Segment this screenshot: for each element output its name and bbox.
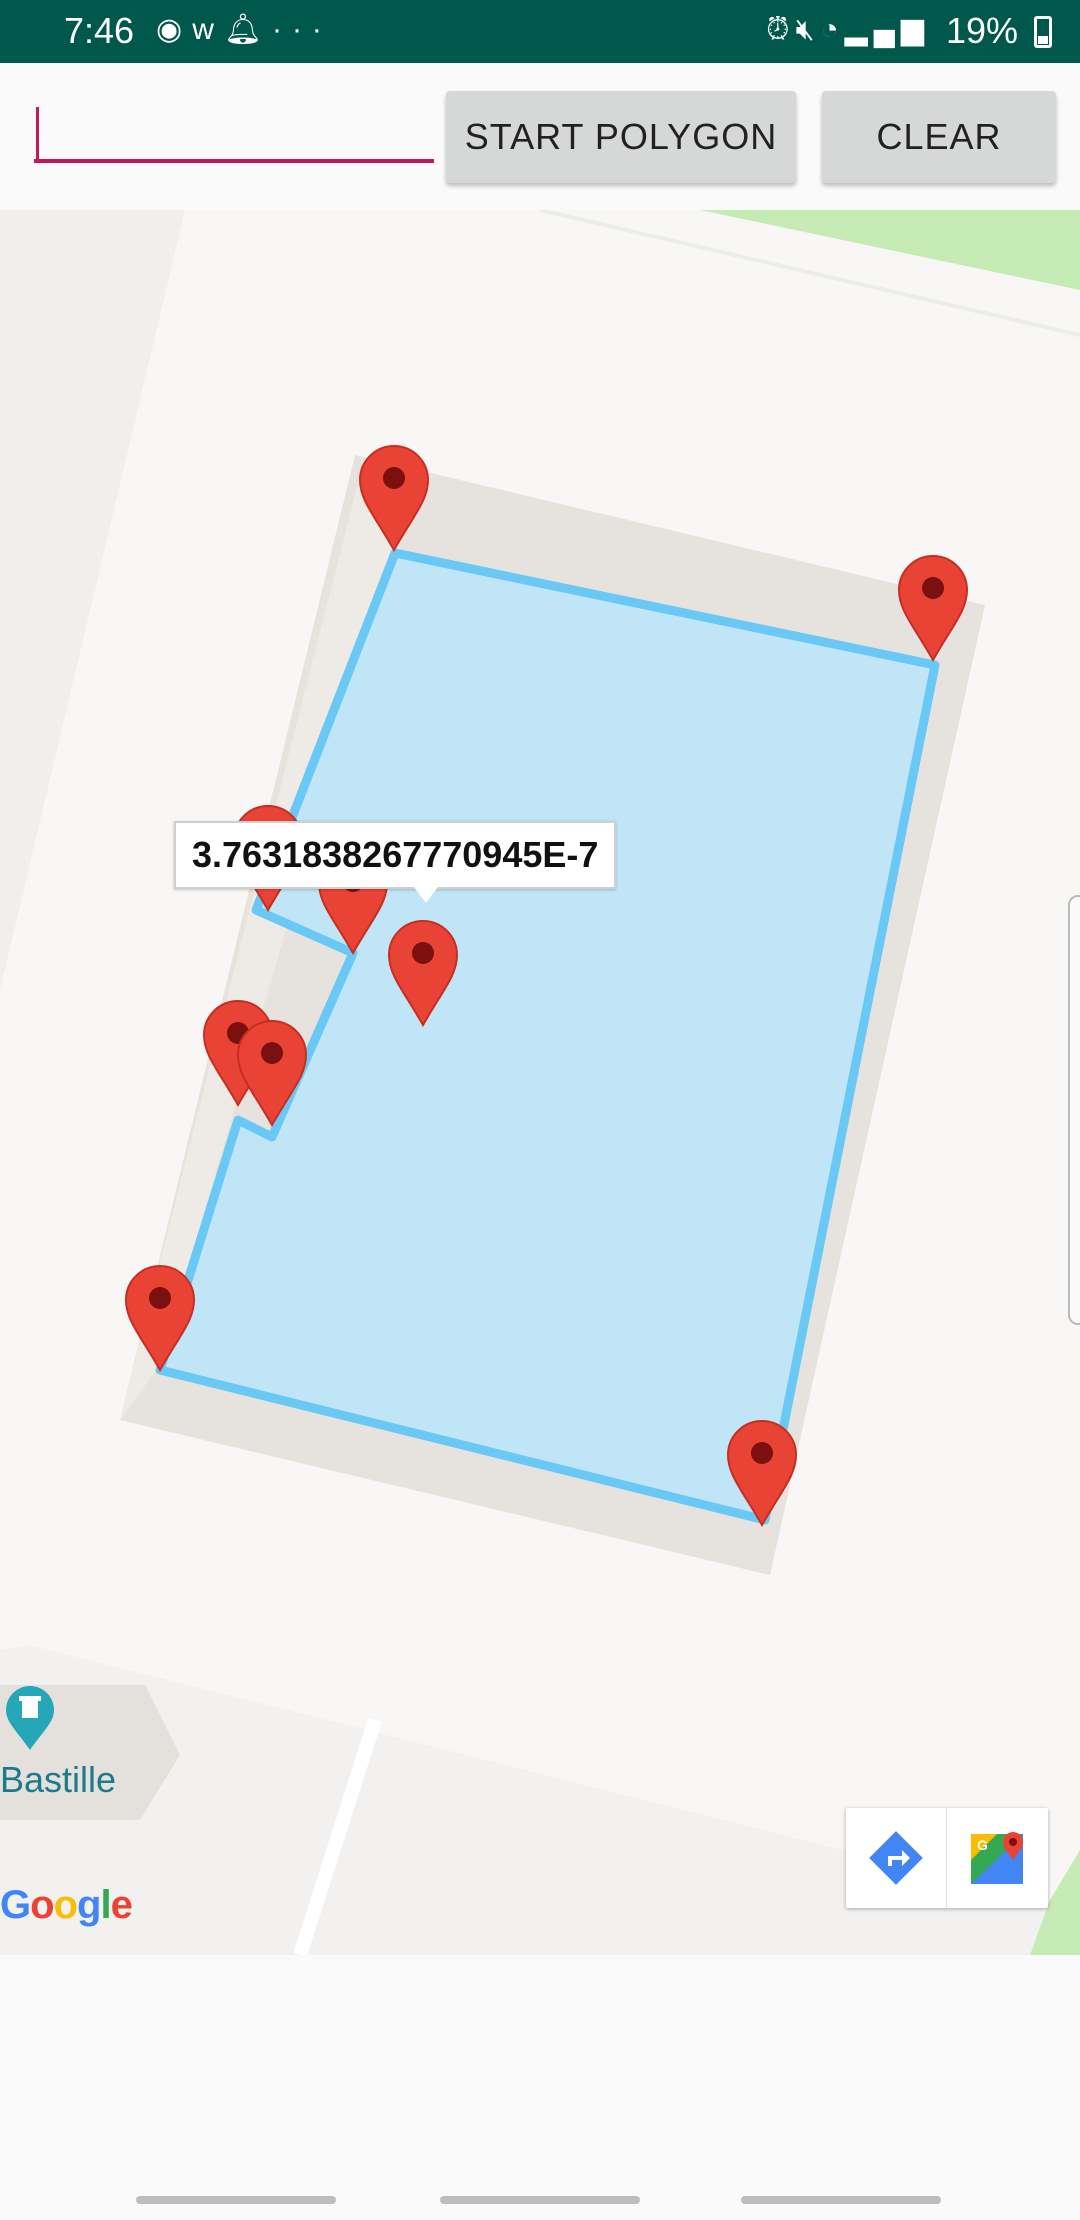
map-area [0, 210, 185, 990]
status-time: 7:46 [64, 10, 135, 51]
map-view[interactable]: 3.7631838267770945E-7 Bastille Google G [0, 210, 1080, 1955]
bell-icon: 🔔︎ [223, 13, 272, 46]
drawer-handle[interactable] [1068, 895, 1080, 1325]
directions-icon [869, 1831, 923, 1885]
map-toolbar: G [846, 1808, 1048, 1908]
mute-icon: 🔇︎ [795, 13, 821, 46]
poi-label-bastille[interactable]: Bastille [0, 1759, 116, 1801]
google-logo: Google [0, 1883, 133, 1927]
directions-button[interactable] [846, 1808, 947, 1908]
park-area [700, 210, 1080, 290]
w-app-icon: w [192, 13, 224, 46]
info-window[interactable]: 3.7631838267770945E-7 [174, 821, 617, 903]
more-icon: ··· [271, 13, 332, 46]
messenger-icon: ◉ [156, 13, 193, 46]
clear-button[interactable]: CLEAR [822, 91, 1056, 183]
notification-icons: ◉w🔔︎··· [156, 12, 332, 47]
map-area-bottom [0, 1645, 1080, 1955]
polygon-name-input[interactable] [34, 103, 434, 163]
signal-icon: ▂▄▆ [844, 13, 930, 46]
nav-recent-apps[interactable] [136, 2196, 336, 2204]
google-maps-icon: G [971, 1832, 1023, 1884]
status-bar: 7:46 ◉w🔔︎··· ⏰︎🔇︎◔▂▄▆ 19% [0, 0, 1080, 63]
nav-back[interactable] [741, 2196, 941, 2204]
start-polygon-button[interactable]: START POLYGON [446, 91, 796, 183]
system-icons: ⏰︎🔇︎◔▂▄▆ [766, 12, 930, 47]
toolbar: START POLYGON CLEAR [0, 63, 1080, 210]
battery-icon [1034, 16, 1052, 48]
system-nav-bar [0, 2180, 1080, 2220]
alarm-icon: ⏰︎ [766, 13, 796, 46]
svg-text:G: G [977, 1837, 988, 1853]
nav-home[interactable] [440, 2196, 640, 2204]
wifi-icon: ◔ [820, 13, 845, 46]
info-window-text: 3.7631838267770945E-7 [192, 834, 599, 875]
map-canvas[interactable] [0, 210, 1080, 1955]
battery-percent: 19% [945, 10, 1018, 51]
text-cursor [36, 107, 39, 163]
open-in-maps-button[interactable]: G [947, 1808, 1047, 1908]
